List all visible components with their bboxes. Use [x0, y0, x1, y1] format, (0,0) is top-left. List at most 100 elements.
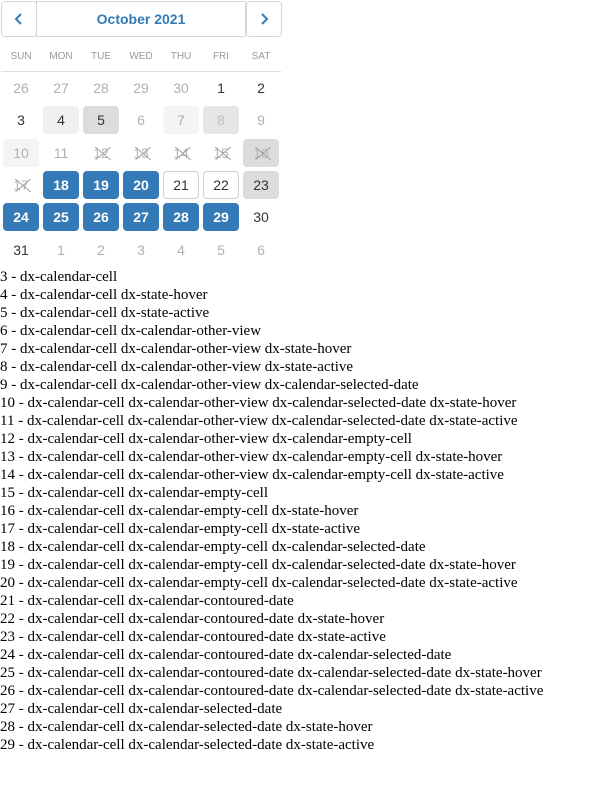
calendar-day-cell[interactable]: 23: [243, 171, 279, 200]
calendar-day-cell[interactable]: 2: [243, 74, 279, 102]
calendar-cell-container: 14: [161, 137, 201, 169]
calendar-cell-container: 2: [241, 72, 281, 105]
calendar-day-cell[interactable]: 14: [163, 139, 199, 167]
calendar-cell-container: 20: [121, 169, 161, 201]
calendar-day-cell[interactable]: 26: [83, 203, 119, 232]
calendar-day-cell[interactable]: 28: [83, 74, 119, 102]
calendar-cell-container: 3: [1, 104, 41, 136]
calendar-cell-container: 30: [241, 201, 281, 233]
calendar-day-cell[interactable]: 20: [123, 171, 159, 200]
calendar-cell-container: 21: [161, 169, 201, 201]
calendar-day-cell[interactable]: 13: [123, 139, 159, 167]
calendar-day-cell[interactable]: 24: [3, 203, 39, 232]
calendar-week-row: 31 1 2 3 4 5 6: [1, 233, 281, 265]
calendar-day-cell[interactable]: 16: [243, 138, 279, 167]
calendar-day-cell[interactable]: 3: [3, 106, 39, 134]
calendar-day-cell[interactable]: 25: [43, 203, 79, 232]
calendar-day-cell[interactable]: 21: [163, 171, 199, 200]
legend-line: 24 - dx-calendar-cell dx-calendar-contou…: [0, 647, 452, 663]
calendar-week-row: 3456789: [1, 104, 281, 136]
legend-line: 16 - dx-calendar-cell dx-calendar-empty-…: [0, 503, 359, 519]
calendar-cell-container: 5: [81, 104, 121, 136]
calendar-day-cell[interactable]: 18: [43, 171, 79, 200]
calendar-cell-container: 25: [41, 201, 81, 233]
weekday-label: TUE: [81, 41, 121, 72]
calendar-day-cell[interactable]: 1: [203, 74, 239, 102]
legend-line: 11 - dx-calendar-cell dx-calendar-other-…: [0, 413, 518, 429]
calendar-week-row: 17 18 19 20 21 22 23: [1, 169, 281, 201]
calendar-week-row: 24 25 26 27 28 29 30: [1, 201, 281, 233]
calendar-day-cell[interactable]: 19: [83, 171, 119, 200]
legend-line: 5 - dx-calendar-cell dx-state-active: [0, 305, 210, 321]
next-month-button[interactable]: [246, 1, 282, 37]
calendar-grid: SUN MON TUE WED THU FRI SAT 26 27 28 29 30 1 2 3 4 5 6 7 8…: [1, 41, 281, 266]
calendar-day-cell[interactable]: 31: [3, 236, 39, 264]
calendar-cell-container: 27: [41, 72, 81, 105]
calendar-cell-container: 1: [201, 72, 241, 105]
calendar: October 2021 SUN MON TUE WED THU FRI SAT 26 27 2…: [1, 1, 282, 258]
legend-line: 21 - dx-calendar-cell dx-calendar-contou…: [0, 593, 294, 609]
calendar-caption-button[interactable]: October 2021: [36, 1, 246, 37]
prev-month-button[interactable]: [1, 1, 37, 37]
calendar-day-cell[interactable]: 8: [203, 106, 239, 135]
calendar-cell-container: 30: [161, 72, 201, 105]
calendar-cell-container: 12: [81, 137, 121, 169]
calendar-day-cell[interactable]: 28: [163, 203, 199, 232]
weekday-header: SUN MON TUE WED THU FRI SAT: [1, 41, 281, 72]
calendar-day-cell[interactable]: 27: [43, 74, 79, 102]
calendar-navigator: October 2021: [1, 1, 282, 37]
legend-line: 28 - dx-calendar-cell dx-calendar-select…: [0, 719, 373, 735]
legend-line: 10 - dx-calendar-cell dx-calendar-other-…: [0, 395, 517, 411]
calendar-day-cell[interactable]: 11: [43, 139, 79, 167]
calendar-day-cell[interactable]: 2: [83, 236, 119, 264]
legend-line: 12 - dx-calendar-cell dx-calendar-other-…: [0, 431, 412, 447]
state-legend: 3 - dx-calendar-cell 4 - dx-calendar-cell…: [0, 268, 543, 754]
legend-line: 26 - dx-calendar-cell dx-calendar-contou…: [0, 683, 544, 699]
calendar-week-row: 10 11 12 13 14 15 16: [1, 137, 281, 169]
legend-line: 19 - dx-calendar-cell dx-calendar-empty-…: [0, 557, 516, 573]
weekday-label: FRI: [201, 41, 241, 72]
calendar-day-cell[interactable]: 29: [123, 74, 159, 102]
calendar-cell-container: 6: [121, 104, 161, 136]
calendar-day-cell[interactable]: 10: [3, 138, 39, 167]
calendar-day-cell[interactable]: 6: [243, 236, 279, 264]
calendar-day-cell[interactable]: 12: [83, 139, 119, 167]
calendar-day-cell[interactable]: 15: [203, 139, 239, 167]
calendar-cell-container: 26: [81, 201, 121, 233]
calendar-day-cell[interactable]: 5: [83, 106, 119, 135]
calendar-cell-container: 9: [241, 104, 281, 136]
legend-line: 20 - dx-calendar-cell dx-calendar-empty-…: [0, 575, 518, 591]
calendar-day-cell[interactable]: 4: [163, 236, 199, 264]
calendar-day-cell[interactable]: 27: [123, 203, 159, 232]
legend-line: 6 - dx-calendar-cell dx-calendar-other-v…: [0, 323, 262, 339]
legend-line: 4 - dx-calendar-cell dx-state-hover: [0, 287, 208, 303]
calendar-day-cell[interactable]: 3: [123, 236, 159, 264]
calendar-body: 26 27 28 29 30 1 2 3 4 5 6 7 8 9 10 11 12 13 14 15 16 17 18 19 2…: [1, 72, 281, 266]
calendar-day-cell[interactable]: 6: [123, 106, 159, 134]
calendar-day-cell[interactable]: 4: [43, 106, 79, 135]
calendar-day-cell[interactable]: 22: [203, 171, 239, 200]
calendar-day-cell[interactable]: 7: [163, 106, 199, 135]
calendar-day-cell[interactable]: 1: [43, 236, 79, 264]
legend-line: 22 - dx-calendar-cell dx-calendar-contou…: [0, 611, 385, 627]
weekday-label: WED: [121, 41, 161, 72]
calendar-week-row: 26 27 28 29 30 1 2: [1, 72, 281, 105]
calendar-day-cell[interactable]: 30: [243, 203, 279, 231]
calendar-day-cell[interactable]: 17: [3, 171, 39, 199]
calendar-day-cell[interactable]: 5: [203, 236, 239, 264]
weekday-label: SAT: [241, 41, 281, 72]
calendar-day-cell[interactable]: 29: [203, 203, 239, 232]
calendar-cell-container: 29: [201, 201, 241, 233]
calendar-cell-container: 23: [241, 169, 281, 201]
legend-line: 23 - dx-calendar-cell dx-calendar-contou…: [0, 629, 386, 645]
legend-line: 29 - dx-calendar-cell dx-calendar-select…: [0, 737, 375, 753]
calendar-day-cell[interactable]: 30: [163, 74, 199, 102]
calendar-cell-container: 7: [161, 104, 201, 136]
weekday-label: THU: [161, 41, 201, 72]
calendar-cell-container: 24: [1, 201, 41, 233]
calendar-cell-container: 31: [1, 233, 41, 265]
calendar-day-cell[interactable]: 26: [3, 74, 39, 102]
legend-line: 13 - dx-calendar-cell dx-calendar-other-…: [0, 449, 503, 465]
calendar-day-cell[interactable]: 9: [243, 106, 279, 134]
chevron-left-icon: [14, 13, 22, 25]
